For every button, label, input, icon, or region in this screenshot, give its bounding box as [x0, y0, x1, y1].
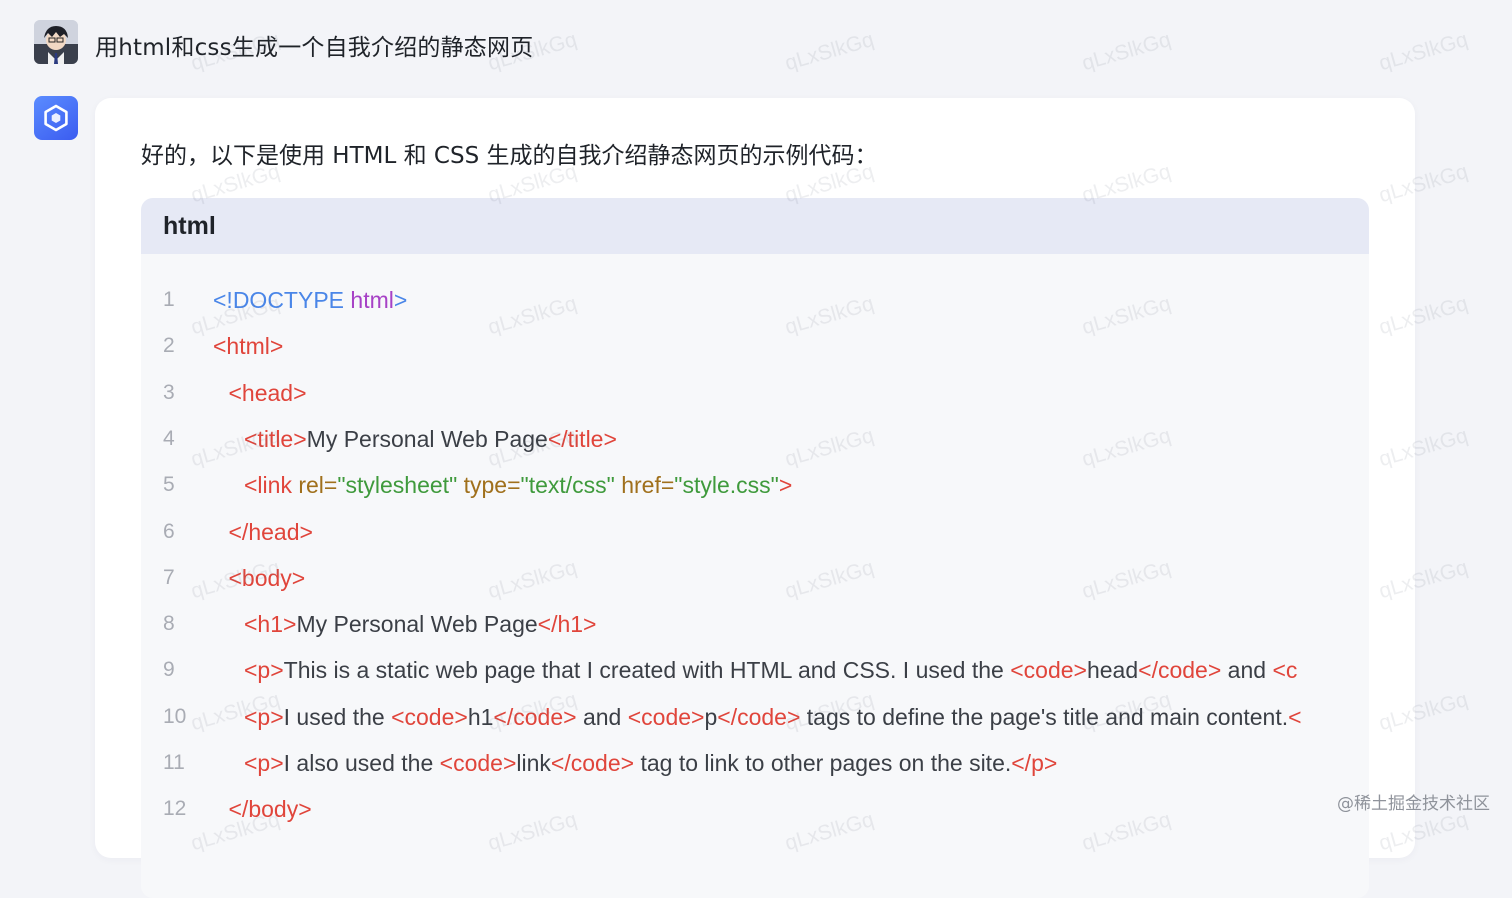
code-token: <link — [244, 472, 299, 499]
code-token: I used the — [283, 703, 392, 730]
code-token: </code> — [550, 750, 635, 776]
code-token: head — [1086, 657, 1139, 684]
code-text: <head> — [229, 373, 307, 413]
code-token: </title> — [547, 425, 617, 452]
watermark-text: qLxSlkGq — [782, 27, 877, 76]
code-token: </body> — [228, 796, 312, 823]
code-token: href= — [621, 472, 675, 499]
line-number: 12 — [163, 797, 187, 821]
code-token: html — [350, 287, 394, 313]
code-token: tag to link to other pages on the site. — [634, 750, 1012, 776]
code-token: "stylesheet" — [337, 472, 458, 499]
line-number: 9 — [163, 658, 175, 682]
code-token: <code> — [1010, 657, 1087, 684]
watermark-text: qLxSlkGq — [1079, 27, 1174, 76]
line-number: 3 — [163, 380, 175, 404]
code-block: html 1 <!DOCTYPE html> 2 <html> 3 <head> 4 <tit… — [141, 198, 1369, 898]
code-text: <title>My Personal Web Page</title> — [244, 419, 617, 459]
code-token: <code> — [439, 750, 517, 776]
code-token: <p> — [244, 703, 284, 730]
code-token: </code> — [493, 703, 577, 730]
code-text: <html> — [213, 326, 283, 366]
code-token: This is a static web page that I created… — [283, 657, 1011, 684]
code-token: </p> — [1011, 750, 1058, 776]
code-token: <body> — [228, 564, 306, 591]
line-number: 4 — [163, 426, 175, 450]
code-token: tags to define the page's title and main… — [800, 703, 1289, 730]
line-number: 2 — [163, 334, 175, 358]
line-number: 7 — [163, 565, 175, 589]
code-token: h1 — [467, 703, 494, 730]
code-text: <p>This is a static web page that I crea… — [244, 650, 1297, 690]
code-token: <!DOCTYPE — [213, 287, 351, 313]
code-text: </head> — [229, 512, 313, 552]
code-token: link — [516, 750, 551, 776]
code-token: </h1> — [537, 611, 597, 638]
code-token: and — [576, 703, 628, 730]
code-token: </code> — [717, 703, 801, 730]
bot-message-bubble: 好的，以下是使用 HTML 和 CSS 生成的自我介绍静态网页的示例代码： ht… — [95, 98, 1415, 898]
watermark-text: qLxSlkGq — [1376, 27, 1471, 76]
bot-avatar-icon — [34, 96, 78, 140]
code-token: > — [778, 472, 793, 499]
code-token: > — [393, 287, 408, 313]
code-token: <title> — [244, 425, 307, 452]
code-token: <p> — [244, 750, 284, 776]
code-token: rel= — [298, 472, 338, 499]
bot-intro-text: 好的，以下是使用 HTML 和 CSS 生成的自我介绍静态网页的示例代码： — [141, 143, 878, 169]
line-number: 8 — [163, 612, 175, 636]
code-token: I also used the — [283, 750, 440, 776]
code-token: "text/css" — [520, 472, 615, 499]
code-token: "style.css" — [674, 472, 779, 499]
code-language-label: html — [141, 198, 1369, 254]
line-number: 10 — [163, 704, 187, 728]
code-text: <h1>My Personal Web Page</h1> — [244, 604, 597, 644]
code-text: <p>I used the <code>h1</code> and <code>… — [244, 697, 1302, 737]
code-token: <html> — [213, 333, 284, 360]
code-token: <code> — [627, 703, 705, 730]
code-text: <body> — [229, 558, 306, 598]
code-token: <h1> — [244, 611, 297, 638]
user-avatar-icon — [34, 20, 78, 64]
user-message: 用html和css生成一个自我介绍的静态网页 — [95, 35, 534, 61]
code-token: </head> — [228, 518, 313, 545]
code-text: <!DOCTYPE html> — [213, 280, 407, 320]
line-number: 11 — [163, 751, 185, 774]
line-number: 6 — [163, 519, 175, 543]
code-token: <p> — [244, 657, 284, 684]
code-token: <code> — [391, 703, 468, 730]
code-token: <head> — [228, 379, 307, 406]
code-token: < — [1288, 703, 1302, 730]
code-text: <link rel="stylesheet" type="text/css" h… — [244, 465, 792, 505]
code-token: <c — [1272, 657, 1298, 684]
footer-credit: @稀土掘金技术社区 — [1337, 794, 1490, 814]
code-token: p — [704, 703, 718, 730]
code-text: <p>I also used the <code>link</code> tag… — [244, 743, 1057, 783]
line-number: 5 — [163, 473, 175, 497]
code-token: and — [1221, 657, 1273, 684]
code-token: </code> — [1138, 657, 1222, 684]
code-token: My Personal Web Page — [306, 425, 548, 452]
code-text: </body> — [229, 789, 312, 829]
line-number: 1 — [163, 288, 175, 311]
code-token: type= — [463, 472, 521, 499]
code-token: My Personal Web Page — [296, 611, 538, 638]
